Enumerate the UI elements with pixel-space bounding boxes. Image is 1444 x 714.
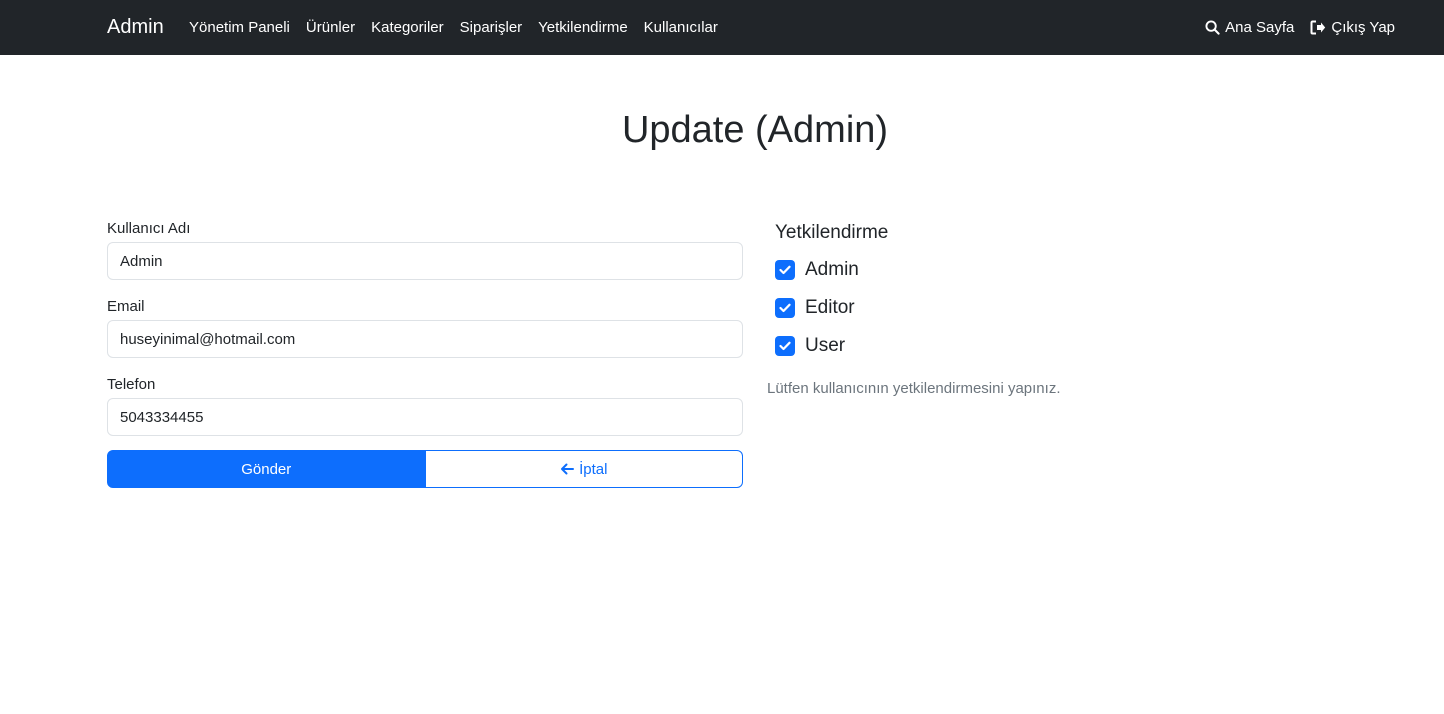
- cancel-button[interactable]: İptal: [425, 450, 743, 488]
- nav-right: Ana Sayfa Çıkış Yap: [1197, 0, 1403, 55]
- home-link[interactable]: Ana Sayfa: [1197, 18, 1302, 38]
- permissions-help-text: Lütfen kullanıcının yetkilendirmesini ya…: [767, 380, 1061, 397]
- nav-link-yonetim-paneli[interactable]: Yönetim Paneli: [181, 18, 298, 38]
- submit-button[interactable]: Gönder: [107, 450, 426, 488]
- email-group: Email: [107, 297, 743, 358]
- logout-link[interactable]: Çıkış Yap: [1302, 18, 1403, 38]
- navbar-brand[interactable]: Admin: [107, 15, 164, 39]
- arrow-left-icon: [561, 463, 575, 475]
- email-label: Email: [107, 298, 145, 315]
- role-admin-label: Admin: [805, 259, 859, 280]
- nav-link-kullanicilar[interactable]: Kullanıcılar: [636, 18, 726, 38]
- form-actions: Gönder İptal: [107, 450, 743, 488]
- nav-link-siparisler[interactable]: Siparişler: [452, 18, 531, 38]
- email-input[interactable]: [107, 320, 743, 358]
- nav-links: Yönetim Paneli Ürünler Kategoriler Sipar…: [181, 0, 726, 55]
- role-editor-checkbox[interactable]: [775, 298, 795, 318]
- role-admin-checkbox[interactable]: [775, 260, 795, 280]
- username-input[interactable]: [107, 242, 743, 280]
- role-editor-label: Editor: [805, 297, 855, 318]
- phone-group: Telefon: [107, 375, 743, 436]
- check-icon: [779, 265, 791, 275]
- check-icon: [779, 303, 791, 313]
- role-user-label: User: [805, 335, 846, 356]
- phone-input[interactable]: [107, 398, 743, 436]
- home-link-label: Ana Sayfa: [1225, 18, 1295, 36]
- username-label: Kullanıcı Adı: [107, 220, 191, 237]
- nav-link-kategoriler[interactable]: Kategoriler: [363, 18, 452, 38]
- page-title: Update (Admin): [621, 109, 889, 151]
- logout-link-label: Çıkış Yap: [1331, 18, 1395, 36]
- search-icon: [1205, 20, 1220, 35]
- phone-label: Telefon: [107, 376, 156, 393]
- top-navbar: Admin Yönetim Paneli Ürünler Kategoriler…: [0, 0, 1444, 55]
- role-admin-row[interactable]: Admin: [775, 258, 859, 282]
- username-group: Kullanıcı Adı: [107, 219, 743, 280]
- permissions-title: Yetkilendirme: [775, 222, 889, 243]
- role-editor-row[interactable]: Editor: [775, 296, 855, 320]
- check-icon: [779, 341, 791, 351]
- cancel-button-label: İptal: [579, 460, 608, 478]
- role-user-checkbox[interactable]: [775, 336, 795, 356]
- nav-link-urunler[interactable]: Ürünler: [298, 18, 363, 38]
- role-user-row[interactable]: User: [775, 334, 845, 358]
- nav-link-yetkilendirme[interactable]: Yetkilendirme: [530, 18, 636, 38]
- sign-out-icon: [1310, 20, 1326, 35]
